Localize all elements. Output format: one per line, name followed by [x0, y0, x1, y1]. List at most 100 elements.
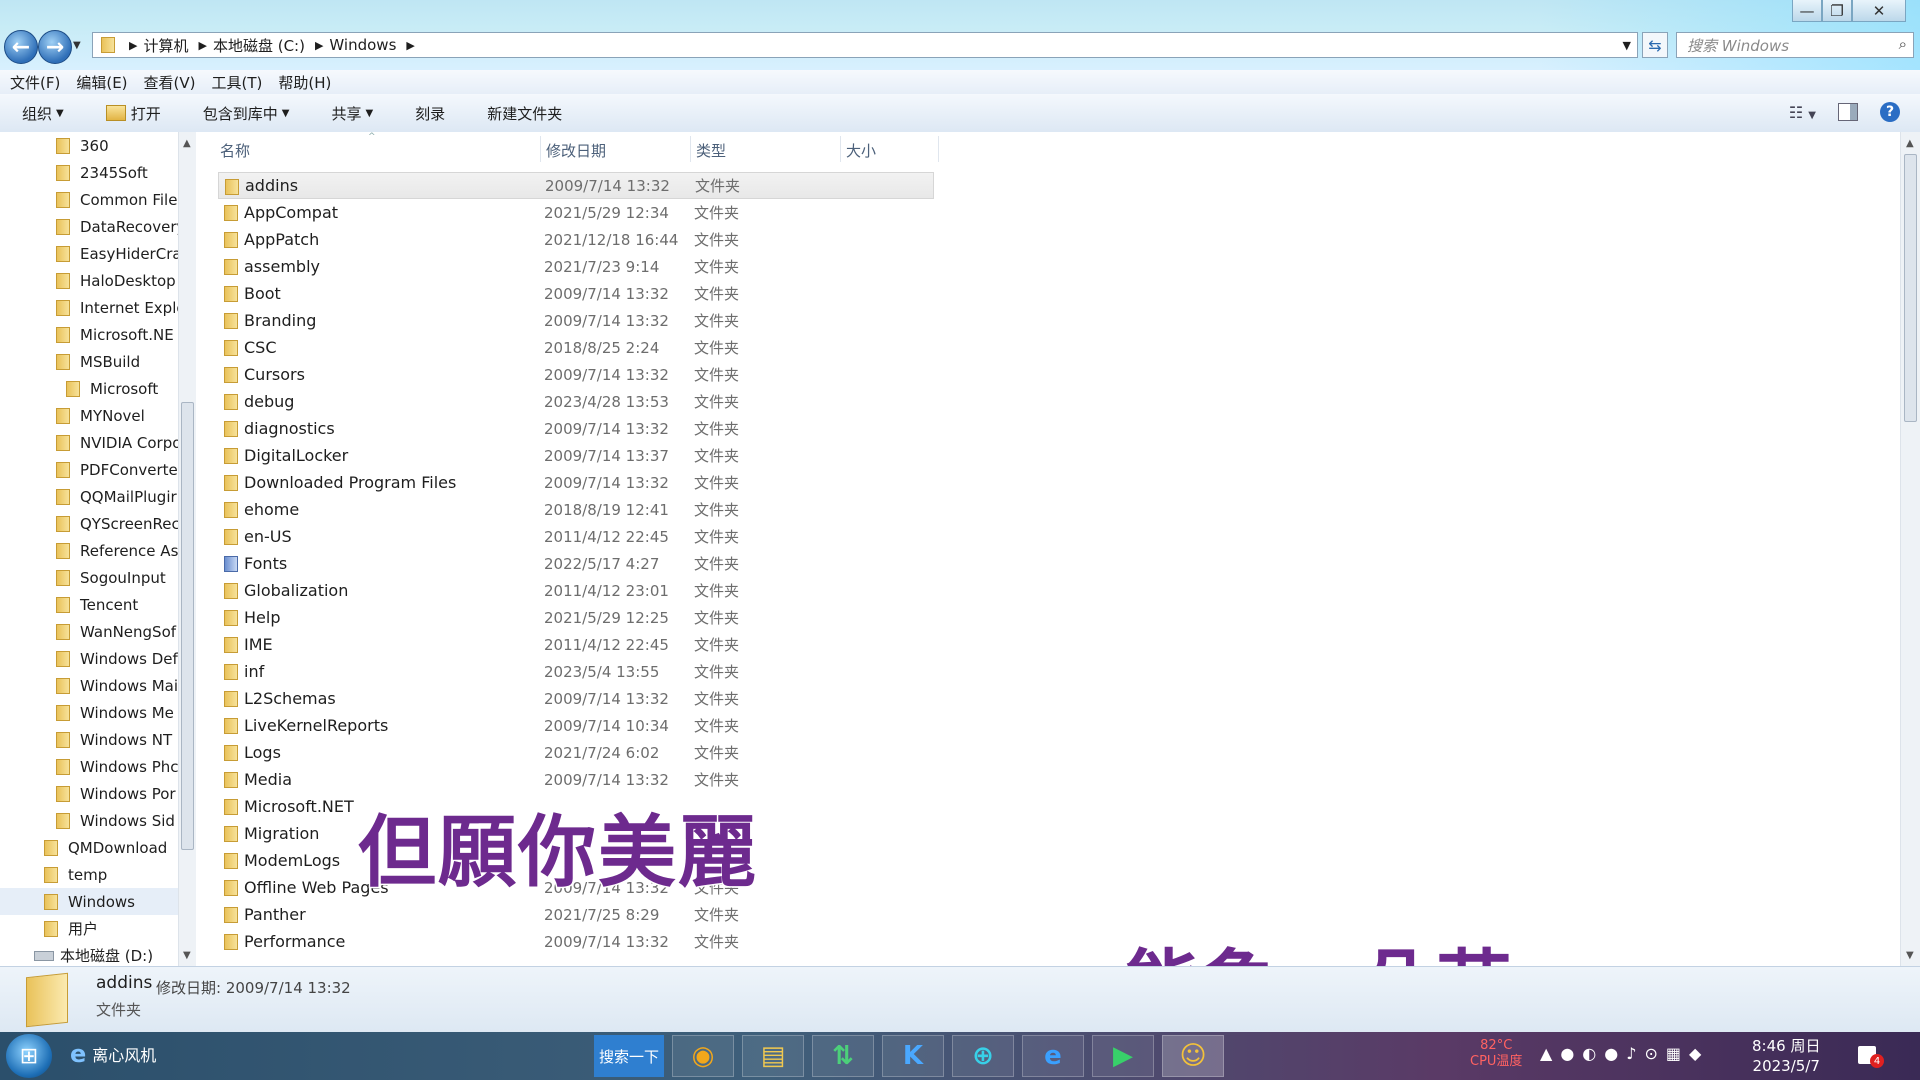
start-button[interactable]: ⊞: [6, 1034, 52, 1078]
volume-icon[interactable]: ♪: [1626, 1044, 1636, 1063]
nav-item-drive-d[interactable]: 本地磁盘 (D:): [34, 942, 196, 966]
update-icon[interactable]: ⇅: [812, 1035, 874, 1077]
shield-icon[interactable]: ◆: [1689, 1044, 1701, 1063]
file-list-scrollbar[interactable]: ▲ ▼: [1900, 132, 1920, 966]
chrome-icon[interactable]: ◉: [672, 1035, 734, 1077]
nav-item[interactable]: Windows NT: [56, 726, 196, 753]
scroll-down-icon[interactable]: ▼: [1906, 950, 1914, 961]
nav-item[interactable]: PDFConverte: [56, 456, 196, 483]
file-row[interactable]: IME 2011/4/12 22:45 文件夹: [218, 631, 934, 658]
nav-item[interactable]: Microsoft.NE: [56, 321, 196, 348]
file-row[interactable]: Globalization 2011/4/12 23:01 文件夹: [218, 577, 934, 604]
file-row[interactable]: AppCompat 2021/5/29 12:34 文件夹: [218, 199, 934, 226]
view-options-icon[interactable]: ☷ ▼: [1789, 103, 1816, 122]
scroll-down-icon[interactable]: ▼: [183, 950, 191, 961]
nav-item[interactable]: Windows Me: [56, 699, 196, 726]
preview-pane-icon[interactable]: [1838, 103, 1858, 121]
app-tray-icon[interactable]: ◐: [1582, 1044, 1596, 1063]
edge-ie-icon[interactable]: e: [1022, 1035, 1084, 1077]
maximize-button[interactable]: ❐: [1822, 0, 1852, 22]
file-row[interactable]: DigitalLocker 2009/7/14 13:37 文件夹: [218, 442, 934, 469]
nav-item[interactable]: Windows Phc: [56, 753, 196, 780]
column-name[interactable]: 名称: [220, 140, 250, 161]
scroll-up-icon[interactable]: ▲: [1906, 138, 1914, 149]
nav-item[interactable]: EasyHiderCra: [56, 240, 196, 267]
address-dropdown-icon[interactable]: ▼: [1623, 39, 1631, 52]
file-row[interactable]: Downloaded Program Files 2009/7/14 13:32 文…: [218, 469, 934, 496]
file-row[interactable]: Help 2021/5/29 12:25 文件夹: [218, 604, 934, 631]
browser-icon[interactable]: ⊕: [952, 1035, 1014, 1077]
search-input[interactable]: 搜索 Windows ⌕: [1676, 32, 1914, 58]
share-button[interactable]: 共享 ▼: [331, 103, 373, 124]
file-row[interactable]: CSC 2018/8/25 2:24 文件夹: [218, 334, 934, 361]
column-type[interactable]: 类型: [696, 140, 726, 161]
menu-edit[interactable]: 编辑(E): [76, 72, 127, 93]
scroll-thumb[interactable]: [1904, 154, 1917, 422]
nav-item[interactable]: 360: [56, 132, 196, 159]
nav-item[interactable]: Windows Por: [56, 780, 196, 807]
breadcrumb-windows[interactable]: Windows: [329, 36, 396, 54]
column-modified[interactable]: 修改日期: [546, 140, 606, 161]
help-icon[interactable]: ?: [1880, 102, 1900, 122]
scroll-up-icon[interactable]: ▲: [183, 138, 191, 149]
file-row[interactable]: Panther 2021/7/25 8:29 文件夹: [218, 901, 934, 928]
include-library-button[interactable]: 包含到库中 ▼: [203, 103, 290, 124]
nav-item[interactable]: Microsoft: [66, 375, 196, 402]
refresh-button[interactable]: ⇆: [1642, 32, 1668, 58]
back-button[interactable]: ←: [4, 30, 38, 64]
nav-item[interactable]: SogouInput: [56, 564, 196, 591]
breadcrumb-arrow-icon[interactable]: ▶: [129, 39, 137, 52]
file-row[interactable]: inf 2023/5/4 13:55 文件夹: [218, 658, 934, 685]
file-row[interactable]: Performance 2009/7/14 13:32 文件夹: [218, 928, 934, 955]
menu-help[interactable]: 帮助(H): [278, 72, 331, 93]
address-bar[interactable]: ▶ 计算机 ▶ 本地磁盘 (C:) ▶ Windows ▶ ▼: [92, 32, 1638, 58]
breadcrumb-arrow-icon[interactable]: ▶: [198, 39, 206, 52]
clock[interactable]: 8:46 周日 2023/5/7: [1752, 1036, 1820, 1076]
file-row[interactable]: L2Schemas 2009/7/14 13:32 文件夹: [218, 685, 934, 712]
nav-item[interactable]: Tencent: [56, 591, 196, 618]
nav-item[interactable]: 用户: [44, 915, 196, 942]
file-row[interactable]: LiveKernelReports 2009/7/14 10:34 文件夹: [218, 712, 934, 739]
breadcrumb-computer[interactable]: 计算机: [143, 35, 188, 56]
scroll-thumb[interactable]: [181, 402, 194, 850]
burn-button[interactable]: 刻录: [415, 103, 445, 124]
file-row[interactable]: Branding 2009/7/14 13:32 文件夹: [218, 307, 934, 334]
file-row[interactable]: Cursors 2009/7/14 13:32 文件夹: [218, 361, 934, 388]
nav-item[interactable]: HaloDesktop: [56, 267, 196, 294]
nav-item[interactable]: Reference As: [56, 537, 196, 564]
notification-icon[interactable]: 4: [1858, 1046, 1884, 1068]
file-row[interactable]: diagnostics 2009/7/14 13:32 文件夹: [218, 415, 934, 442]
nav-item[interactable]: temp: [44, 861, 196, 888]
security-icon[interactable]: ⊙: [1644, 1044, 1657, 1063]
new-folder-button[interactable]: 新建文件夹: [487, 103, 562, 124]
nav-item-windows[interactable]: Windows: [0, 888, 196, 915]
menu-file[interactable]: 文件(F): [10, 72, 60, 93]
nav-item[interactable]: QYScreenRec: [56, 510, 196, 537]
file-row[interactable]: en-US 2011/4/12 22:45 文件夹: [218, 523, 934, 550]
nav-item[interactable]: Windows Sid: [56, 807, 196, 834]
nav-item[interactable]: Internet Explo: [56, 294, 196, 321]
nav-item[interactable]: QQMailPlugir: [56, 483, 196, 510]
close-button[interactable]: ✕: [1852, 0, 1906, 22]
column-divider[interactable]: [840, 136, 841, 162]
breadcrumb-arrow-icon[interactable]: ▶: [406, 39, 414, 52]
file-row[interactable]: AppPatch 2021/12/18 16:44 文件夹: [218, 226, 934, 253]
column-divider[interactable]: [690, 136, 691, 162]
column-divider[interactable]: [938, 136, 939, 162]
file-row[interactable]: Fonts 2022/5/17 4:27 文件夹: [218, 550, 934, 577]
column-size[interactable]: 大小: [846, 140, 876, 161]
file-row[interactable]: Logs 2021/7/24 6:02 文件夹: [218, 739, 934, 766]
open-button[interactable]: 打开: [105, 103, 161, 124]
nav-item[interactable]: MYNovel: [56, 402, 196, 429]
network-icon[interactable]: ▦: [1666, 1044, 1681, 1063]
column-divider[interactable]: [540, 136, 541, 162]
nav-item[interactable]: Windows Mai: [56, 672, 196, 699]
nav-item[interactable]: NVIDIA Corpo: [56, 429, 196, 456]
nav-item[interactable]: MSBuild: [56, 348, 196, 375]
recent-pages-chevron-icon[interactable]: ▼: [73, 40, 81, 51]
media-player-icon[interactable]: ▶: [1092, 1035, 1154, 1077]
organize-button[interactable]: 组织 ▼: [22, 103, 64, 124]
menu-view[interactable]: 查看(V): [144, 72, 196, 93]
menu-tools[interactable]: 工具(T): [212, 72, 263, 93]
search-icon[interactable]: ⌕: [1899, 35, 1907, 53]
